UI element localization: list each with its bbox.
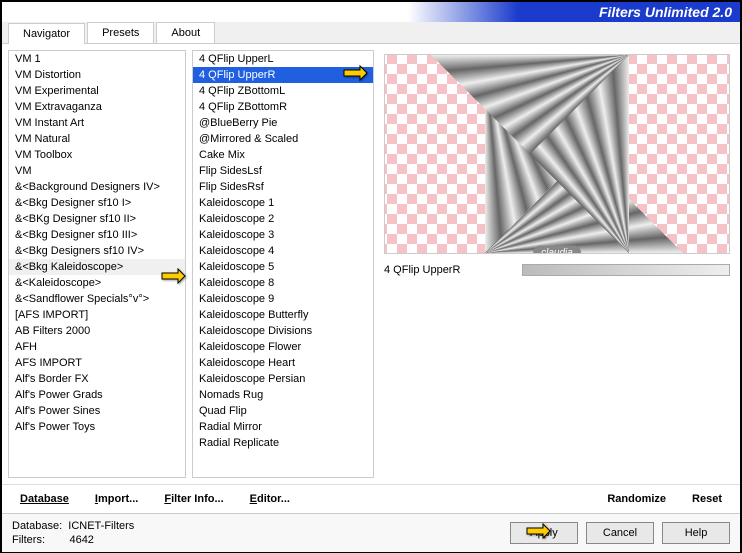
import-button[interactable]: Import... (91, 491, 142, 507)
apply-button[interactable]: Apply (510, 522, 578, 544)
list-item[interactable]: 4 QFlip UpperL (193, 51, 373, 67)
list-item[interactable]: Quad Flip (193, 403, 373, 419)
list-item[interactable]: Kaleidoscope Butterfly (193, 307, 373, 323)
list-item[interactable]: Kaleidoscope Persian (193, 371, 373, 387)
watermark-badge: claudia (533, 246, 581, 255)
list-item[interactable]: Kaleidoscope 2 (193, 211, 373, 227)
app-title: Filters Unlimited 2.0 (599, 4, 732, 20)
preview-image: claudia (384, 54, 730, 254)
list-item[interactable]: Kaleidoscope 8 (193, 275, 373, 291)
preview-pane: claudia 4 QFlip UpperR (380, 50, 734, 478)
list-item[interactable]: Kaleidoscope 1 (193, 195, 373, 211)
list-item[interactable]: Alf's Power Sines (9, 403, 185, 419)
list-item[interactable]: &<Bkg Designer sf10 III> (9, 227, 185, 243)
filterinfo-label: ilter Info... (171, 493, 224, 505)
list-item[interactable]: Alf's Power Grads (9, 387, 185, 403)
list-item[interactable]: &<Bkg Designer sf10 I> (9, 195, 185, 211)
list-item[interactable]: Kaleidoscope 4 (193, 243, 373, 259)
main-content: VM 1VM DistortionVM ExperimentalVM Extra… (2, 44, 740, 484)
db-label: Database: (12, 520, 62, 532)
list-item[interactable]: Kaleidoscope Divisions (193, 323, 373, 339)
list-item[interactable]: &<Kaleidoscope> (9, 275, 185, 291)
toolbar-row: Database Import... Filter Info... Editor… (2, 484, 740, 513)
list-item[interactable]: 4 QFlip UpperR (193, 67, 373, 83)
list-item[interactable]: 4 QFlip ZBottomR (193, 99, 373, 115)
list-item[interactable]: [AFS IMPORT] (9, 307, 185, 323)
list-item[interactable]: VM Instant Art (9, 115, 185, 131)
list-item[interactable]: Kaleidoscope Flower (193, 339, 373, 355)
list-item[interactable]: Radial Mirror (193, 419, 373, 435)
list-item[interactable]: VM Experimental (9, 83, 185, 99)
db-value: ICNET-Filters (68, 520, 134, 532)
filter-info-button[interactable]: Filter Info... (160, 491, 227, 507)
list-item[interactable]: &<Bkg Kaleidoscope> (9, 259, 185, 275)
list-item[interactable]: &<BKg Designer sf10 II> (9, 211, 185, 227)
category-list[interactable]: VM 1VM DistortionVM ExperimentalVM Extra… (8, 50, 186, 478)
list-item[interactable]: Flip SidesRsf (193, 179, 373, 195)
filter-list[interactable]: 4 QFlip UpperL4 QFlip UpperR4 QFlip ZBot… (192, 50, 374, 478)
list-item[interactable]: Flip SidesLsf (193, 163, 373, 179)
list-item[interactable]: @Mirrored & Scaled (193, 131, 373, 147)
title-bar: Filters Unlimited 2.0 (2, 2, 740, 22)
cancel-button[interactable]: Cancel (586, 522, 654, 544)
list-item[interactable]: AFH (9, 339, 185, 355)
tab-about[interactable]: About (156, 22, 215, 43)
editor-button[interactable]: Editor... (246, 491, 294, 507)
list-item[interactable]: AB Filters 2000 (9, 323, 185, 339)
list-item[interactable]: VM 1 (9, 51, 185, 67)
status-bar: Database: ICNET-Filters Filters: 4642 Ap… (2, 513, 740, 552)
list-item[interactable]: VM Natural (9, 131, 185, 147)
param-label: 4 QFlip UpperR (384, 264, 514, 276)
list-item[interactable]: VM (9, 163, 185, 179)
list-item[interactable]: VM Toolbox (9, 147, 185, 163)
import-label: mport... (98, 493, 138, 505)
list-item[interactable]: 4 QFlip ZBottomL (193, 83, 373, 99)
list-item[interactable]: Kaleidoscope 5 (193, 259, 373, 275)
list-item[interactable]: &<Sandflower Specials°v°> (9, 291, 185, 307)
list-item[interactable]: AFS IMPORT (9, 355, 185, 371)
list-item[interactable]: &<Background Designers IV> (9, 179, 185, 195)
list-item[interactable]: Kaleidoscope 9 (193, 291, 373, 307)
help-button[interactable]: Help (662, 522, 730, 544)
list-item[interactable]: Alf's Power Toys (9, 419, 185, 435)
list-item[interactable]: Kaleidoscope Heart (193, 355, 373, 371)
list-item[interactable]: Nomads Rug (193, 387, 373, 403)
tab-strip: Navigator Presets About (2, 22, 740, 44)
list-item[interactable]: VM Extravaganza (9, 99, 185, 115)
list-item[interactable]: VM Distortion (9, 67, 185, 83)
list-item[interactable]: &<Bkg Designers sf10 IV> (9, 243, 185, 259)
tab-navigator[interactable]: Navigator (8, 23, 85, 44)
filters-label: Filters: (12, 534, 45, 546)
param-row: 4 QFlip UpperR (384, 264, 730, 276)
tab-presets[interactable]: Presets (87, 22, 154, 43)
filters-value: 4642 (69, 534, 93, 546)
database-button[interactable]: Database (16, 491, 73, 507)
list-item[interactable]: Kaleidoscope 3 (193, 227, 373, 243)
list-item[interactable]: Radial Replicate (193, 435, 373, 451)
list-item[interactable]: @BlueBerry Pie (193, 115, 373, 131)
list-item[interactable]: Alf's Border FX (9, 371, 185, 387)
param-slider[interactable] (522, 264, 730, 276)
reset-button[interactable]: Reset (688, 491, 726, 507)
list-item[interactable]: Cake Mix (193, 147, 373, 163)
editor-label: ditor... (257, 493, 290, 505)
randomize-button[interactable]: Randomize (603, 491, 670, 507)
